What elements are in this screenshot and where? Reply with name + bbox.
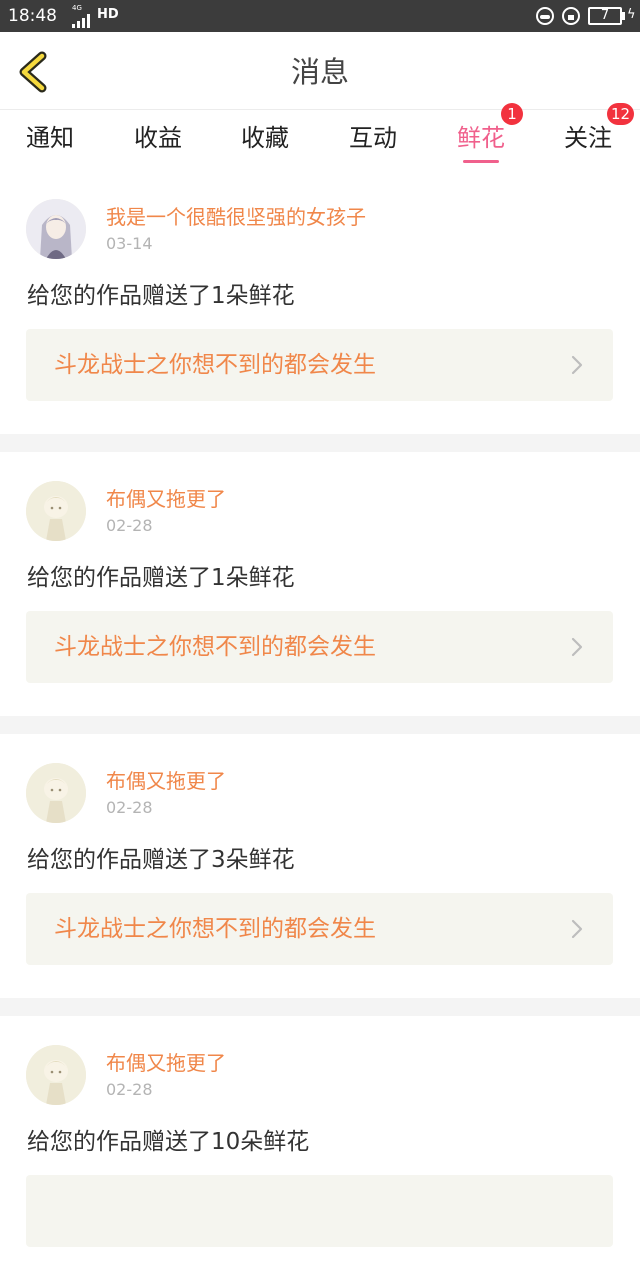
tab-favorites[interactable]: 收藏: [241, 122, 289, 154]
tab-earnings[interactable]: 收益: [134, 122, 182, 154]
tab-bar: 通知 收益 收藏 互动 鲜花 关注 1 12: [0, 103, 640, 170]
message-date: 02-28: [106, 516, 153, 535]
follows-badge: 12: [607, 103, 635, 125]
status-bar: 18:48 4G HD 7 ϟ: [0, 0, 640, 32]
list-item: 布偶又拖更了 02-28 给您的作品赠送了3朵鲜花 斗龙战士之你想不到的都会发生: [0, 734, 640, 998]
work-link[interactable]: [26, 1175, 613, 1247]
message-date: 02-28: [106, 1080, 153, 1099]
tab-flowers[interactable]: 鲜花: [457, 122, 505, 154]
work-title: 斗龙战士之你想不到的都会发生: [54, 916, 376, 942]
message-date: 03-14: [106, 234, 153, 253]
sender-name[interactable]: 布偶又拖更了: [106, 1050, 226, 1076]
tab-follows[interactable]: 关注: [564, 122, 612, 154]
work-title: 斗龙战士之你想不到的都会发生: [54, 352, 376, 378]
chevron-right-icon: [571, 919, 583, 939]
avatar-doll-image: [26, 1045, 86, 1105]
flowers-badge: 1: [501, 103, 523, 125]
tab-interactions[interactable]: 互动: [349, 122, 397, 154]
avatar[interactable]: [26, 199, 86, 259]
work-link[interactable]: 斗龙战士之你想不到的都会发生: [26, 611, 613, 683]
hd-indicator: HD: [97, 7, 119, 22]
avatar[interactable]: [26, 481, 86, 541]
charging-icon: ϟ: [627, 7, 636, 22]
list-item: 布偶又拖更了 02-28 给您的作品赠送了10朵鲜花: [0, 1016, 640, 1280]
page-title: 消息: [290, 55, 349, 89]
message-date: 02-28: [106, 798, 153, 817]
avatar[interactable]: [26, 1045, 86, 1105]
work-link[interactable]: 斗龙战士之你想不到的都会发生: [26, 329, 613, 401]
active-tab-indicator: [463, 160, 499, 163]
sender-name[interactable]: 布偶又拖更了: [106, 768, 226, 794]
divider: [0, 434, 640, 452]
list-item: 我是一个很酷很坚强的女孩子 03-14 给您的作品赠送了1朵鲜花 斗龙战士之你想…: [0, 170, 640, 434]
message-text: 给您的作品赠送了1朵鲜花: [27, 283, 295, 309]
data-saver-icon: [536, 7, 554, 25]
battery-tip: [622, 12, 625, 20]
divider: [0, 716, 640, 734]
divider: [0, 998, 640, 1016]
avatar[interactable]: [26, 763, 86, 823]
sender-name[interactable]: 我是一个很酷很坚强的女孩子: [106, 204, 366, 230]
battery-icon: 7: [588, 7, 622, 25]
flower-message-list: 我是一个很酷很坚强的女孩子 03-14 给您的作品赠送了1朵鲜花 斗龙战士之你想…: [0, 170, 640, 1280]
message-text: 给您的作品赠送了1朵鲜花: [27, 565, 295, 591]
work-title: 斗龙战士之你想不到的都会发生: [54, 634, 376, 660]
avatar-doll-image: [26, 481, 86, 541]
tab-notifications[interactable]: 通知: [26, 122, 74, 154]
message-text: 给您的作品赠送了10朵鲜花: [27, 1129, 310, 1155]
sender-name[interactable]: 布偶又拖更了: [106, 486, 226, 512]
chevron-right-icon: [571, 637, 583, 657]
network-type: 4G: [72, 4, 82, 12]
avatar-girl-image: [26, 199, 86, 259]
chevron-right-icon: [571, 355, 583, 375]
nav-header: 消息: [0, 32, 640, 110]
lock-icon: [562, 7, 580, 25]
list-item: 布偶又拖更了 02-28 给您的作品赠送了1朵鲜花 斗龙战士之你想不到的都会发生: [0, 452, 640, 716]
status-time: 18:48: [8, 6, 57, 26]
message-text: 给您的作品赠送了3朵鲜花: [27, 847, 295, 873]
work-link[interactable]: 斗龙战士之你想不到的都会发生: [26, 893, 613, 965]
avatar-doll-image: [26, 763, 86, 823]
battery-level: 7: [600, 8, 610, 23]
